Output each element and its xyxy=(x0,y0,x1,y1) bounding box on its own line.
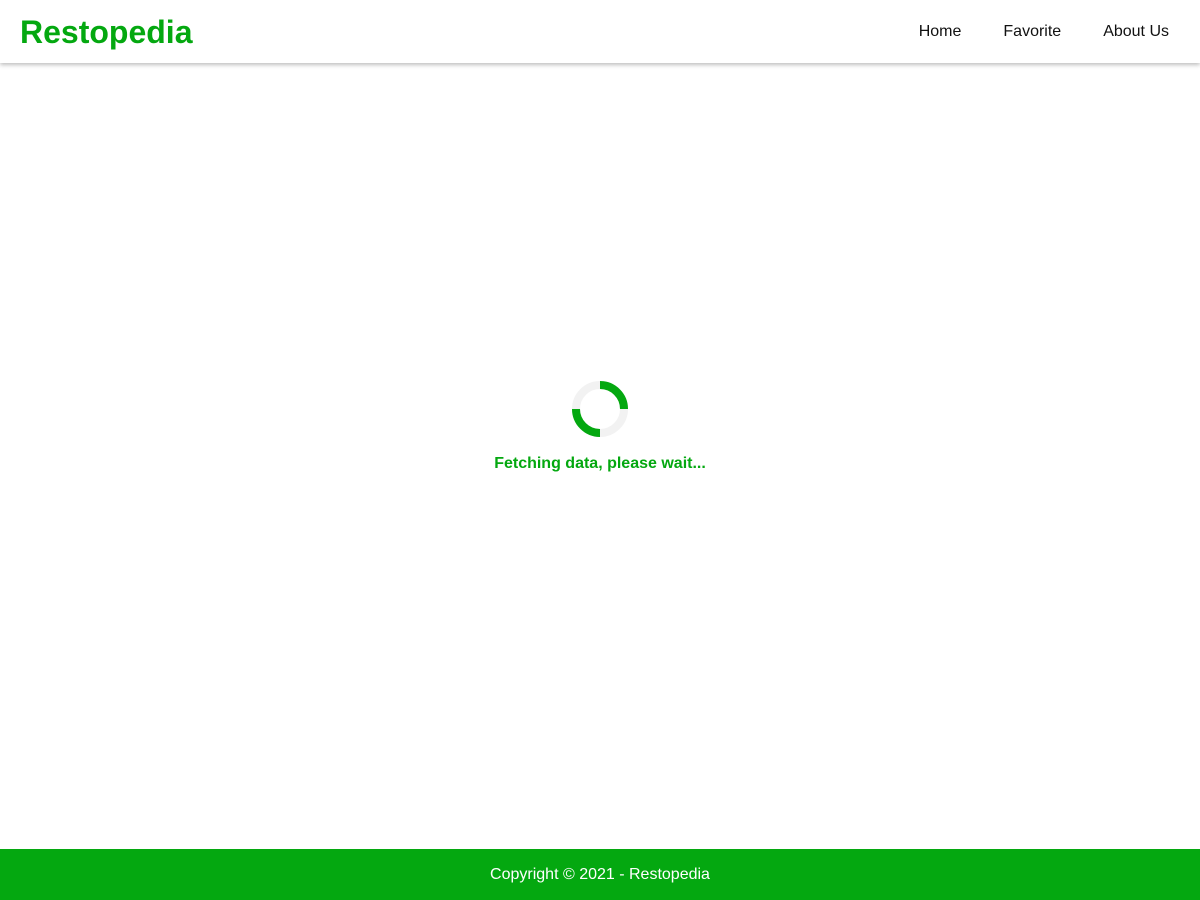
main-content-area: Fetching data, please wait... xyxy=(0,63,1200,849)
top-navigation-bar: Restopedia Home Favorite About Us xyxy=(0,0,1200,63)
brand-logo-link[interactable]: Restopedia xyxy=(20,12,192,52)
nav-about-us-link[interactable]: About Us xyxy=(1082,0,1190,63)
loading-message: Fetching data, please wait... xyxy=(494,455,706,472)
site-footer: Copyright © 2021 - Restopedia xyxy=(0,849,1200,900)
copyright-text: Copyright © 2021 - Restopedia xyxy=(490,865,710,883)
nav-favorite-link[interactable]: Favorite xyxy=(982,0,1082,63)
loading-indicator: Fetching data, please wait... xyxy=(0,377,1200,473)
nav-home-link[interactable]: Home xyxy=(898,0,983,63)
main-navigation: Home Favorite About Us xyxy=(898,0,1190,63)
loading-spinner-icon xyxy=(568,377,632,441)
app-root: Restopedia Home Favorite About Us Fetchi… xyxy=(0,0,1200,900)
